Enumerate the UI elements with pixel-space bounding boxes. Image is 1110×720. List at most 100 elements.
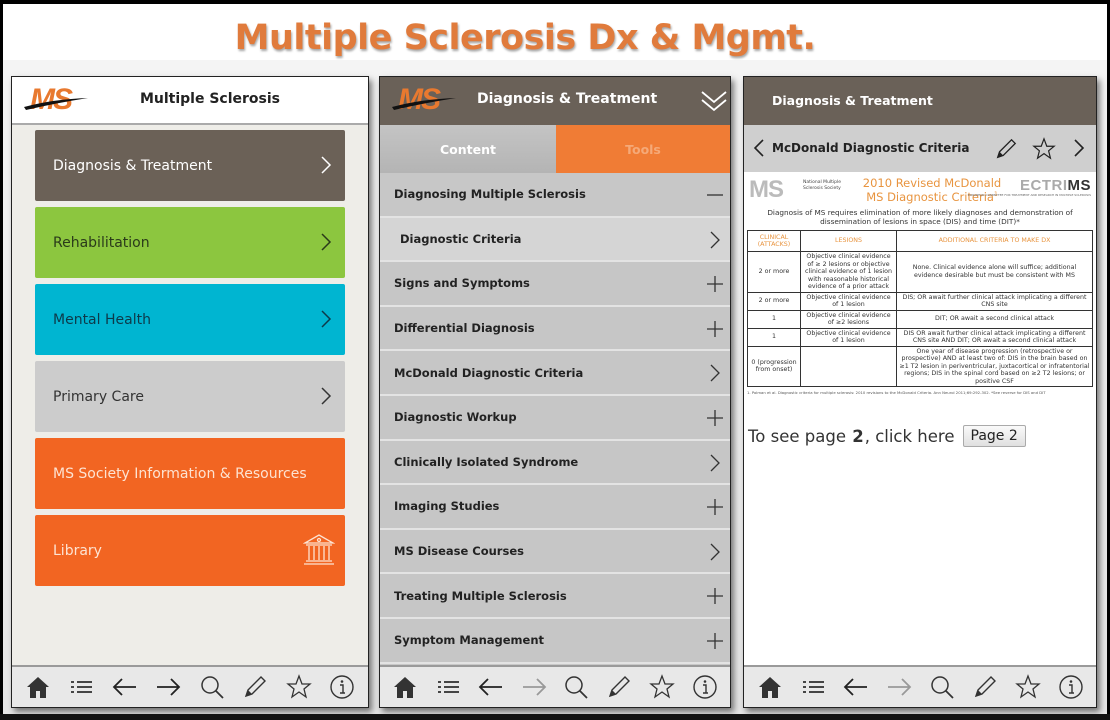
tab-content[interactable]: Content bbox=[380, 125, 556, 173]
notes-button[interactable] bbox=[606, 674, 632, 700]
tile-primary-care[interactable]: Primary Care bbox=[35, 361, 345, 432]
star-icon[interactable] bbox=[1032, 137, 1056, 161]
search-button[interactable] bbox=[199, 674, 225, 700]
info-button[interactable] bbox=[1058, 674, 1084, 700]
back-button[interactable] bbox=[843, 674, 869, 700]
forward-arrow-icon bbox=[887, 678, 911, 696]
accordion-diagnosing-ms[interactable]: Diagnosing Multiple Sclerosis bbox=[380, 173, 730, 218]
frame-border bbox=[0, 0, 1110, 4]
header-title: Diagnosis & Treatment bbox=[477, 91, 658, 107]
tile-diagnosis-treatment[interactable]: Diagnosis & Treatment bbox=[35, 130, 345, 201]
accordion-imaging-studies[interactable]: Imaging Studies bbox=[380, 485, 730, 530]
content-accordion: Diagnosing Multiple Sclerosis Diagnostic… bbox=[380, 173, 730, 664]
contents-list-button[interactable] bbox=[68, 674, 94, 700]
back-button[interactable] bbox=[478, 674, 504, 700]
accordion-differential-diagnosis[interactable]: Differential Diagnosis bbox=[380, 306, 730, 352]
list-item-clinically-isolated-syndrome[interactable]: Clinically Isolated Syndrome bbox=[380, 440, 730, 486]
bookmarks-button[interactable] bbox=[649, 674, 675, 700]
ms-logo: MS bbox=[392, 83, 456, 119]
tile-label: MS Society Information & Resources bbox=[53, 465, 307, 482]
contents-list-button[interactable] bbox=[435, 674, 461, 700]
accordion-diagnostic-workup[interactable]: Diagnostic Workup bbox=[380, 395, 730, 441]
forward-button[interactable] bbox=[521, 674, 547, 700]
bottom-toolbar bbox=[12, 665, 368, 707]
tile-library[interactable]: Library bbox=[35, 515, 345, 586]
app-header: MS Multiple Sclerosis bbox=[12, 77, 368, 125]
home-button[interactable] bbox=[25, 674, 51, 700]
search-button[interactable] bbox=[563, 674, 589, 700]
search-icon bbox=[201, 676, 224, 699]
home-icon bbox=[394, 677, 417, 698]
search-button[interactable] bbox=[929, 674, 955, 700]
nav-title: McDonald Diagnostic Criteria bbox=[772, 141, 970, 155]
accordion-treating-ms[interactable]: Treating Multiple Sclerosis bbox=[380, 574, 730, 619]
tile-mental-health[interactable]: Mental Health bbox=[35, 284, 345, 355]
screen-home: MS Multiple Sclerosis Diagnosis & Treatm… bbox=[11, 76, 369, 708]
page-nav-bar: McDonald Diagnostic Criteria bbox=[744, 125, 1096, 172]
contents-list-button[interactable] bbox=[800, 674, 826, 700]
header-title: Multiple Sclerosis bbox=[139, 91, 281, 107]
page-2-button[interactable]: Page 2 bbox=[962, 425, 1026, 447]
chevron-right-icon bbox=[710, 364, 720, 382]
tile-label: Primary Care bbox=[53, 388, 144, 405]
pencil-icon[interactable] bbox=[994, 137, 1018, 161]
document-footnote: 1. Polman et al. Diagnostic criteria for… bbox=[747, 390, 1046, 395]
tab-bar: Content Tools bbox=[380, 125, 730, 173]
home-icon bbox=[26, 677, 49, 698]
nmss-name: National Multiple Sclerosis Society bbox=[803, 180, 842, 191]
info-button[interactable] bbox=[692, 674, 718, 700]
frame-border bbox=[0, 0, 3, 720]
page-link-line: To see page 2, click here Page 2 bbox=[747, 425, 1093, 447]
table-row: 2 or more Objective clinical evidence of… bbox=[747, 291, 1093, 311]
list-item-mcdonald-criteria[interactable]: McDonald Diagnostic Criteria bbox=[380, 351, 730, 396]
criteria-table: CLINICAL (ATTACKS) LESIONS ADDITIONAL CR… bbox=[747, 230, 1093, 387]
tile-rehabilitation[interactable]: Rehabilitation bbox=[35, 207, 345, 278]
list-item-diagnostic-criteria[interactable]: Diagnostic Criteria bbox=[380, 217, 730, 263]
forward-button[interactable] bbox=[155, 674, 181, 700]
accordion-signs-symptoms[interactable]: Signs and Symptoms bbox=[380, 262, 730, 307]
back-button[interactable] bbox=[112, 674, 138, 700]
pencil-icon bbox=[974, 676, 996, 698]
chevron-right-icon[interactable] bbox=[1072, 137, 1086, 159]
document-intro: Diagnosis of MS requires elimination of … bbox=[767, 208, 1073, 226]
chevron-right-icon bbox=[321, 310, 332, 328]
forward-button[interactable] bbox=[886, 674, 912, 700]
bookmarks-button[interactable] bbox=[1014, 674, 1041, 700]
star-icon bbox=[285, 674, 312, 699]
forward-arrow-icon bbox=[157, 678, 181, 696]
back-arrow-icon bbox=[112, 678, 136, 696]
notes-button[interactable] bbox=[242, 674, 268, 700]
chevron-left-icon[interactable] bbox=[752, 137, 766, 159]
chevron-right-icon bbox=[710, 543, 720, 561]
double-chevron-down-icon[interactable] bbox=[700, 87, 728, 115]
pencil-icon bbox=[245, 676, 267, 698]
document-header: MS National Multiple Sclerosis Society 2… bbox=[747, 176, 1093, 206]
frame-border bbox=[0, 714, 1110, 720]
info-button[interactable] bbox=[329, 674, 355, 700]
page-title: Multiple Sclerosis Dx & Mgmt. bbox=[234, 18, 816, 58]
plus-icon bbox=[707, 588, 723, 605]
home-icon bbox=[758, 677, 781, 698]
search-icon bbox=[930, 676, 954, 699]
accordion-symptom-management[interactable]: Symptom Management bbox=[380, 618, 730, 664]
chevron-right-icon bbox=[710, 231, 720, 249]
home-button[interactable] bbox=[757, 674, 783, 700]
home-button[interactable] bbox=[392, 674, 418, 700]
tile-ms-society-resources[interactable]: MS Society Information & Resources bbox=[35, 438, 345, 509]
star-icon bbox=[649, 674, 675, 699]
plus-icon bbox=[707, 632, 723, 649]
app-header: Diagnosis & Treatment bbox=[744, 77, 1096, 125]
plus-icon bbox=[707, 276, 723, 293]
back-arrow-icon bbox=[478, 678, 502, 696]
bottom-toolbar bbox=[744, 665, 1096, 707]
list-item-ms-disease-courses[interactable]: MS Disease Courses bbox=[380, 529, 730, 575]
tile-label: Library bbox=[53, 542, 102, 559]
forward-arrow-icon bbox=[522, 678, 546, 696]
nmss-logo: MS bbox=[749, 176, 784, 203]
info-icon bbox=[1058, 675, 1083, 699]
table-row: 0 (progression from onset) One year of d… bbox=[747, 345, 1093, 387]
library-icon bbox=[303, 534, 335, 565]
bookmarks-button[interactable] bbox=[285, 674, 312, 700]
notes-button[interactable] bbox=[972, 674, 998, 700]
tab-tools[interactable]: Tools bbox=[556, 125, 730, 173]
